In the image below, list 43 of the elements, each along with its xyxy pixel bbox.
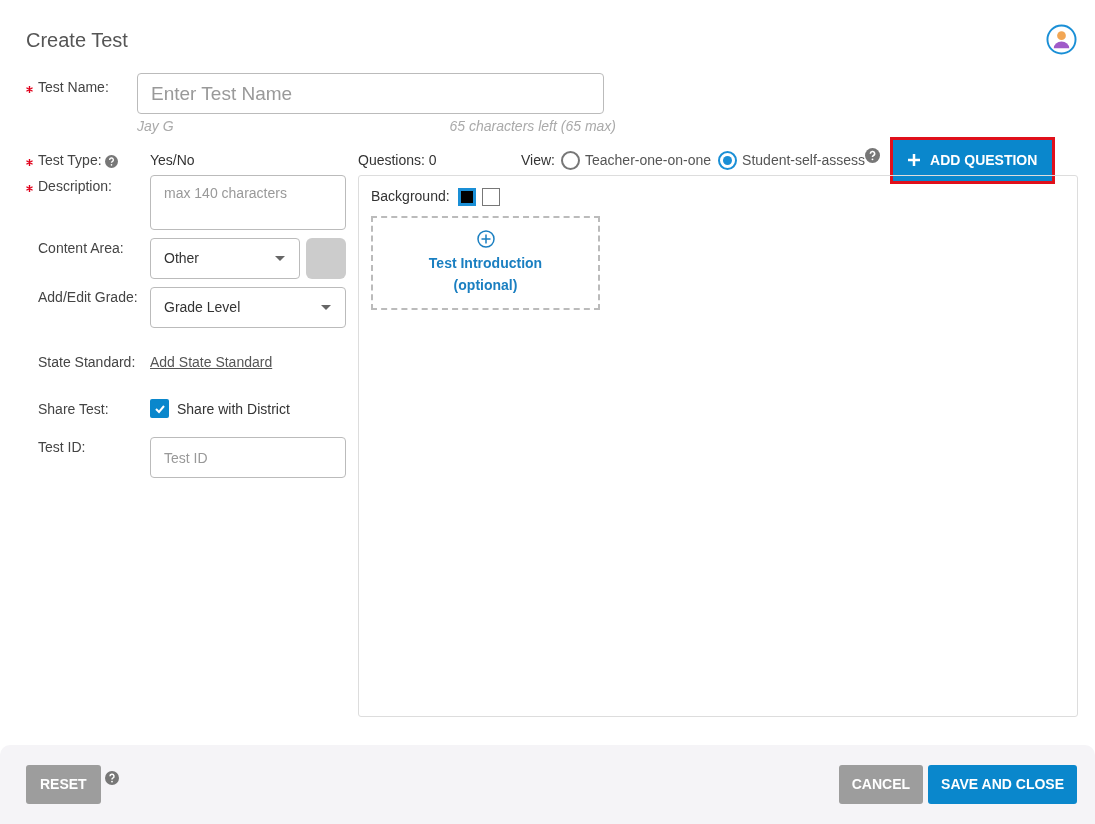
field-label: State Standard:	[38, 353, 136, 372]
plus-icon	[908, 154, 921, 166]
test-name-field[interactable]: Enter Test Name	[137, 73, 604, 114]
test-id-field[interactable]: Test ID	[150, 437, 346, 478]
color-swatch[interactable]	[306, 238, 346, 279]
help-icon[interactable]	[104, 155, 118, 168]
radio-label[interactable]: Teacher-one-on-one	[585, 149, 712, 171]
user-avatar-icon[interactable]	[1046, 24, 1077, 55]
radio-button[interactable]	[561, 150, 580, 170]
field-label: Test Type:	[38, 151, 102, 170]
save-and-close-button[interactable]: SAVE AND CLOSE	[928, 765, 1077, 804]
checkbox[interactable]	[150, 399, 169, 418]
add-state-standard-link[interactable]: Add State Standard	[150, 352, 273, 372]
description-field[interactable]: max 140 characters	[150, 175, 346, 230]
view-label: View:	[521, 150, 555, 170]
dropdown-caret-icon	[321, 305, 331, 310]
add-question-button[interactable]: ADD QUESTION	[890, 136, 1056, 184]
field-label: Content Area:	[38, 239, 124, 258]
radio-label[interactable]: Student-self-assess	[742, 149, 866, 171]
background-swatch[interactable]	[457, 187, 476, 206]
field-label: Add/Edit Grade:	[38, 288, 138, 307]
add-circle-icon	[476, 230, 495, 248]
test-introduction-card[interactable]: Test Introduction (optional)	[371, 216, 600, 310]
field-label: Share Test:	[38, 400, 109, 419]
checkbox-label[interactable]: Share with District	[177, 399, 290, 420]
intro-subtitle: (optional)	[453, 276, 518, 295]
dropdown[interactable]: Other	[150, 238, 300, 279]
dropdown[interactable]: Grade Level	[150, 287, 346, 328]
dropdown-caret-icon	[275, 256, 285, 261]
background-label: Background:	[371, 187, 450, 206]
field-label: Test ID:	[38, 438, 86, 457]
dialog-title: Create Test	[26, 27, 128, 53]
help-icon[interactable]	[104, 770, 119, 785]
field-label: Test Name:	[38, 78, 109, 97]
test-type-value: Yes/No	[150, 150, 196, 170]
intro-title: Test Introduction	[428, 254, 543, 273]
field-label: Description:	[38, 177, 112, 196]
author-name: Jay G	[137, 117, 174, 136]
help-icon[interactable]	[865, 147, 881, 163]
background-swatch[interactable]	[481, 187, 500, 206]
characters-left: 65 characters left (65 max)	[449, 117, 616, 136]
question-count: Questions: 0	[358, 150, 438, 170]
radio-button[interactable]	[718, 150, 738, 170]
